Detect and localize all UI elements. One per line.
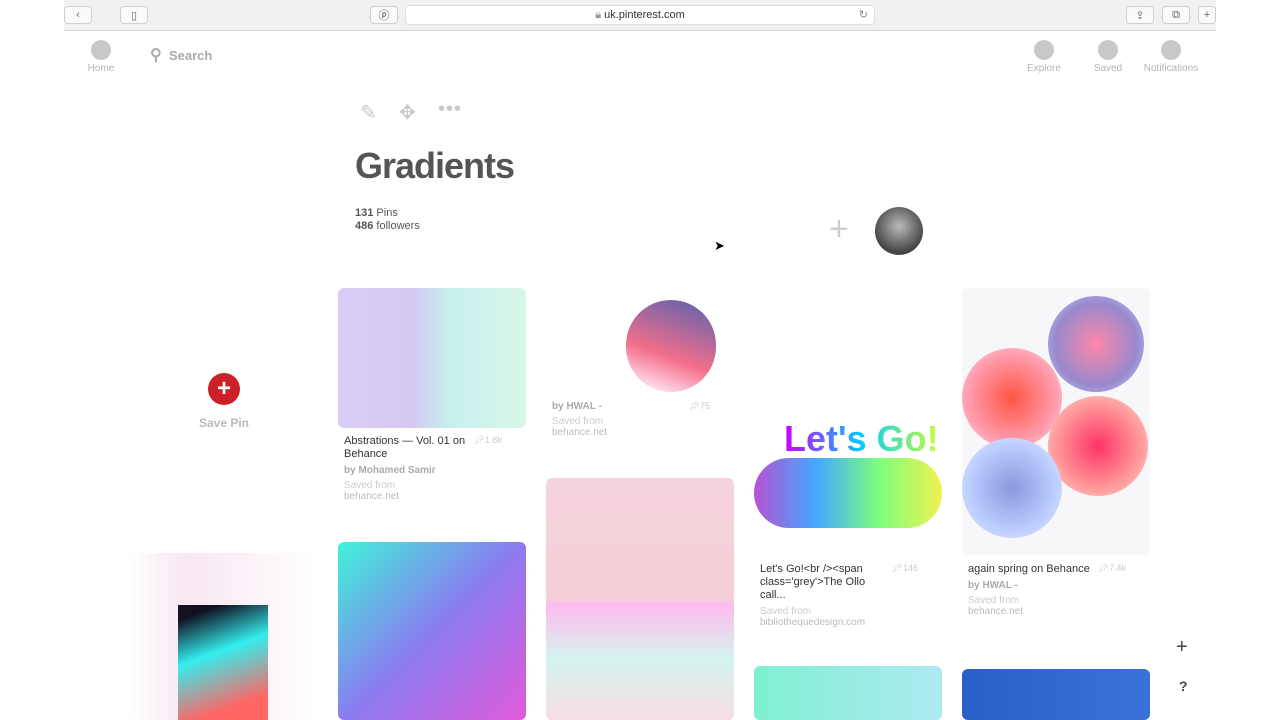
speech-bubble-icon: [1161, 40, 1181, 60]
save-pin-label: Save Pin: [198, 416, 250, 430]
pin-source: behance.net: [968, 606, 1024, 617]
search-icon: ⚲: [150, 47, 162, 64]
move-icon[interactable]: ✥: [399, 100, 416, 125]
pin-title: again spring on Behance: [968, 563, 1090, 575]
saved-from-label: Saved from: [344, 480, 396, 491]
followers-link[interactable]: 486 followers: [355, 220, 420, 233]
nav-saved-label: Saved: [1093, 63, 1123, 74]
reload-icon[interactable]: ↻: [859, 6, 868, 25]
pinterest-logo-icon: [91, 40, 111, 60]
nav-explore[interactable]: Explore: [1022, 40, 1066, 74]
pin-title: Let's Go!<br /><span class='grey'>The Ol…: [760, 563, 866, 601]
search-input[interactable]: ⚲ Search: [150, 45, 212, 65]
pin-source: behance.net: [552, 427, 608, 438]
nav-notifications[interactable]: Notifications: [1140, 40, 1202, 74]
saved-from-label: Saved from: [760, 606, 812, 617]
followers-label: followers: [376, 220, 420, 232]
pins-count: 131: [355, 207, 374, 219]
url-text: uk.pinterest.com: [604, 9, 685, 21]
search-placeholder: Search: [168, 48, 213, 63]
create-pin-button[interactable]: +: [1176, 636, 1188, 659]
add-collaborator-icon[interactable]: +: [829, 210, 849, 249]
pin-count: 📌︎146: [891, 563, 918, 573]
pin-image[interactable]: [962, 669, 1150, 720]
more-icon[interactable]: •••: [438, 98, 462, 121]
mouse-cursor-icon: ➤: [714, 238, 725, 253]
pin-count: 📌︎1.8k: [473, 435, 502, 445]
share-button[interactable]: ⇪: [1126, 6, 1154, 24]
board-title: Gradients: [355, 145, 515, 186]
pin-title: Abstrations — Vol. 01 on Behance: [344, 435, 466, 460]
tabs-button[interactable]: ⧉: [1162, 6, 1190, 24]
nav-home[interactable]: Home: [84, 40, 118, 74]
pins-label: Pins: [376, 207, 398, 219]
board-stats: 131 Pins 486 followers: [355, 207, 420, 233]
saved-from-label: Saved from: [968, 595, 1020, 606]
save-pin-button[interactable]: +: [208, 373, 240, 405]
pin-image[interactable]: [962, 288, 1150, 555]
pin-card[interactable]: by HWAL - Saved from behance.net 📌︎75: [552, 401, 722, 438]
pin-image-text: Let's Go!: [784, 418, 939, 459]
pin-count: 📌︎75: [688, 401, 710, 411]
pin-image[interactable]: [338, 542, 526, 720]
lock-icon: 🔒︎: [595, 9, 605, 21]
followers-count: 486: [355, 220, 374, 232]
pin-image[interactable]: [546, 288, 734, 396]
pin-image[interactable]: [754, 666, 942, 720]
pin-source: bibliothequedesign.com: [760, 617, 866, 628]
pin-image[interactable]: Let's Go!: [754, 288, 942, 558]
nav-home-label: Home: [87, 63, 115, 74]
saved-from-label: Saved from: [552, 416, 604, 427]
compass-icon: [1034, 40, 1054, 60]
pin-card[interactable]: again spring on Behance by HWAL - Saved …: [968, 563, 1138, 617]
user-icon: [1098, 40, 1118, 60]
pin-card[interactable]: Abstrations — Vol. 01 on Behance by Moha…: [344, 435, 514, 502]
avatar[interactable]: [875, 207, 923, 255]
help-button[interactable]: ?: [1179, 678, 1188, 694]
browser-toolbar: ‹ ▯ ⓟ 🔒︎ uk.pinterest.com ↻ ⇪ ⧉ +: [64, 0, 1216, 31]
pin-source: behance.net: [344, 491, 400, 502]
pin-count: 📌︎7.4k: [1097, 563, 1126, 573]
new-tab-button[interactable]: +: [1198, 6, 1216, 24]
pin-image[interactable]: [338, 288, 526, 428]
back-button[interactable]: ‹: [64, 6, 92, 24]
sidebar-toggle-button[interactable]: ▯: [120, 6, 148, 24]
pin-author: by HWAL -: [968, 580, 1018, 591]
pin-author: by Mohamed Samir: [344, 465, 436, 476]
edit-icon[interactable]: ✎: [360, 100, 377, 125]
pin-card[interactable]: Let's Go!<br /><span class='grey'>The Ol…: [760, 563, 930, 628]
nav-saved[interactable]: Saved: [1088, 40, 1128, 74]
nav-explore-label: Explore: [1027, 63, 1061, 74]
pin-image[interactable]: [546, 478, 734, 720]
pin-image[interactable]: [130, 553, 318, 720]
address-bar[interactable]: 🔒︎ uk.pinterest.com ↻: [405, 5, 875, 25]
nav-notifications-label: Notifications: [1143, 63, 1199, 74]
pinterest-favicon-icon[interactable]: ⓟ: [370, 6, 398, 24]
